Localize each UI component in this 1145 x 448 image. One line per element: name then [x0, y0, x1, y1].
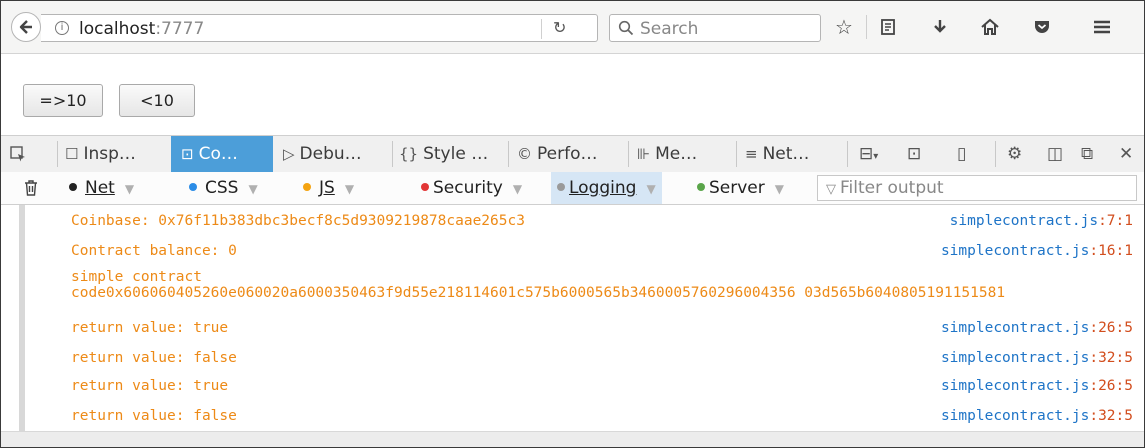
- dock-side-icon[interactable]: ◫: [1047, 143, 1063, 165]
- url-text[interactable]: localhost:7777: [79, 19, 204, 39]
- split-console-icon[interactable]: ⊡: [907, 143, 921, 165]
- memory-icon: ⊪: [637, 145, 651, 163]
- source-link[interactable]: simplecontract.js:16:1: [941, 243, 1133, 259]
- tab-network[interactable]: ≡ Net…: [745, 136, 841, 172]
- tab-divider: [995, 141, 996, 167]
- console-gutter: [19, 205, 25, 431]
- search-placeholder: Search: [640, 19, 699, 39]
- network-icon: ≡: [745, 145, 758, 163]
- net-dot-icon: [69, 183, 77, 191]
- js-dropdown-icon: ▼: [344, 182, 355, 196]
- logging-dot-icon: [557, 183, 565, 191]
- filter-css[interactable]: CSS ▼: [189, 172, 258, 204]
- net-dropdown-icon: ▼: [124, 182, 135, 196]
- console-filter-bar: Net ▼ CSS ▼ JS ▼ Security ▼ Logging ▼ Server ▼…: [1, 172, 1144, 205]
- page-content: =>10 <10: [1, 54, 1144, 134]
- browser-window: i localhost:7777 ↻ Search ☆ =>10 <10 ☐ I…: [0, 0, 1145, 448]
- console-message: return value: false: [71, 350, 237, 366]
- filter-security[interactable]: Security ▼: [421, 172, 522, 204]
- devtools-tab-bar: ☐ Insp… ⊡ Co… ▷ Debu… {} Style … © Perfo… ⊪ Me…: [1, 135, 1144, 173]
- reload-icon[interactable]: ↻: [553, 18, 566, 37]
- close-devtools-icon[interactable]: ✕: [1119, 143, 1133, 165]
- source-link[interactable]: simplecontract.js:32:5: [941, 408, 1133, 424]
- filter-server[interactable]: Server ▼: [697, 172, 784, 204]
- server-dot-icon: [697, 183, 705, 191]
- source-link[interactable]: simplecontract.js:7:1: [950, 213, 1133, 229]
- less-than-10-button[interactable]: <10: [119, 84, 195, 117]
- download-icon[interactable]: [929, 16, 951, 38]
- console-message: Coinbase: 0x76f11b383dbc3becf8c5d9309219…: [71, 213, 525, 229]
- tab-style-editor[interactable]: {} Style …: [399, 136, 507, 172]
- style-editor-icon: {}: [399, 145, 419, 163]
- logging-dropdown-icon: ▼: [646, 182, 656, 196]
- console-output: Coinbase: 0x76f11b383dbc3becf8c5d9309219…: [1, 205, 1144, 431]
- filter-output-input[interactable]: ▽ Filter output: [817, 175, 1137, 201]
- console-message: Contract balance: 0: [71, 243, 237, 259]
- reading-list-icon[interactable]: [877, 16, 899, 38]
- element-picker-icon: [10, 146, 25, 162]
- tab-divider: [392, 141, 393, 167]
- css-dropdown-icon: ▼: [248, 182, 258, 196]
- console-message: return value: true: [71, 378, 229, 394]
- tab-overflow-icon[interactable]: ⊟▾: [859, 143, 878, 168]
- search-input[interactable]: Search: [609, 14, 821, 42]
- source-link[interactable]: simplecontract.js:26:5: [941, 320, 1133, 336]
- home-icon[interactable]: [979, 16, 1001, 38]
- performance-icon: ©: [517, 145, 532, 163]
- pocket-icon[interactable]: [1031, 16, 1053, 38]
- debugger-icon: ▷: [283, 145, 295, 163]
- server-dropdown-icon: ▼: [774, 182, 784, 196]
- tab-divider: [508, 141, 509, 167]
- console-message: simple contract: [71, 269, 202, 285]
- source-link[interactable]: simplecontract.js:32:5: [941, 350, 1133, 366]
- tab-memory[interactable]: ⊪ Me…: [637, 136, 733, 172]
- filter-funnel-icon: ▽: [826, 182, 836, 197]
- url-bar[interactable]: i localhost:7777 ↻: [41, 14, 598, 42]
- undock-window-icon[interactable]: ⧉: [1081, 143, 1093, 165]
- filter-logging[interactable]: Logging ▼: [551, 172, 662, 204]
- toolbar-divider: [866, 15, 867, 39]
- js-dot-icon: [303, 183, 311, 191]
- inspector-icon: ☐: [65, 145, 79, 163]
- back-arrow-icon: [19, 20, 32, 34]
- source-link[interactable]: simplecontract.js:26:5: [941, 378, 1133, 394]
- trash-icon: [25, 180, 37, 196]
- tab-divider: [736, 141, 737, 167]
- info-icon[interactable]: i: [55, 21, 69, 35]
- css-dot-icon: [189, 183, 197, 191]
- console-message: return value: true: [71, 320, 229, 336]
- console-message-continuation: code0x606060405260e060020a6000350463f9d5…: [71, 285, 1006, 301]
- filter-net[interactable]: Net ▼: [69, 172, 134, 204]
- filter-js[interactable]: JS ▼: [303, 172, 354, 204]
- url-divider: [541, 19, 542, 39]
- greater-than-10-button[interactable]: =>10: [23, 84, 103, 117]
- clear-console-button[interactable]: [23, 172, 39, 204]
- back-button[interactable]: [11, 12, 41, 42]
- settings-gear-icon[interactable]: ⚙: [1007, 143, 1022, 165]
- tab-divider: [628, 141, 629, 167]
- console-input-area[interactable]: [1, 431, 1144, 447]
- tab-inspector[interactable]: ☐ Insp…: [65, 136, 169, 172]
- tab-divider: [847, 141, 848, 167]
- browser-toolbar: i localhost:7777 ↻ Search ☆: [1, 1, 1144, 54]
- tab-debugger[interactable]: ▷ Debu…: [283, 136, 391, 172]
- console-icon: ⊡: [181, 145, 194, 163]
- bookmark-star-icon[interactable]: ☆: [833, 15, 855, 39]
- tab-performance[interactable]: © Perfo…: [517, 136, 629, 172]
- security-dropdown-icon: ▼: [512, 182, 523, 196]
- element-picker-button[interactable]: [9, 136, 53, 172]
- search-icon: [618, 20, 634, 36]
- url-port: :7777: [155, 19, 205, 39]
- tab-divider: [57, 141, 58, 167]
- console-message: return value: false: [71, 408, 237, 424]
- tab-console[interactable]: ⊡ Co…: [171, 136, 273, 172]
- security-dot-icon: [421, 183, 429, 191]
- menu-icon[interactable]: [1091, 16, 1113, 38]
- responsive-design-icon[interactable]: ▯: [957, 143, 966, 165]
